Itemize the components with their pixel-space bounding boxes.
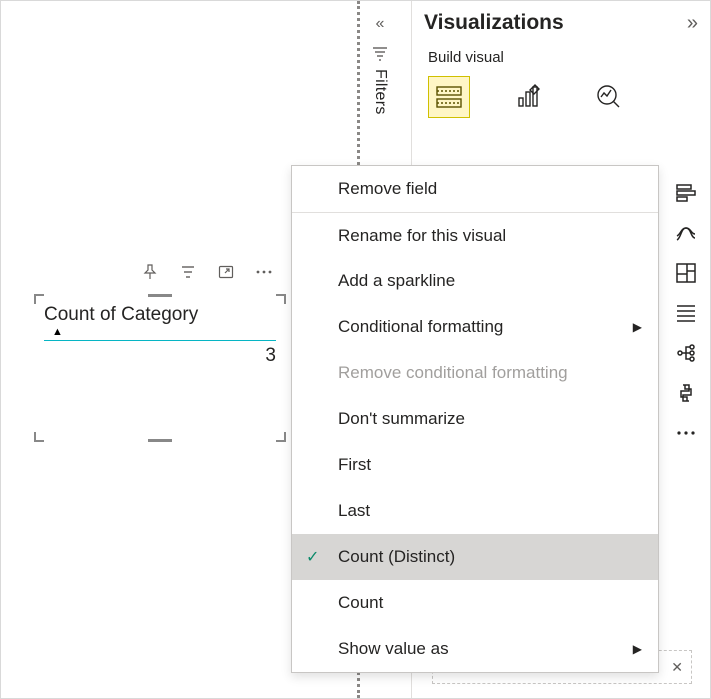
visual-type-gallery [668,179,704,447]
resize-handle-tl[interactable] [34,294,44,304]
resize-handle-br[interactable] [276,432,286,442]
sort-indicator-icon: ▲ [52,326,276,338]
submenu-arrow-icon: ▶ [633,642,642,656]
viz-python-icon[interactable] [672,379,700,407]
filters-icon [372,47,388,61]
menu-conditional-formatting[interactable]: Conditional formatting ▶ [292,304,658,350]
visual-selection[interactable]: Count of Category ▲ 3 [35,295,285,441]
menu-count[interactable]: Count [292,580,658,626]
menu-label: Add a sparkline [338,271,455,291]
field-context-menu: Remove field Rename for this visual Add … [291,165,659,673]
viz-treemap-icon[interactable] [672,259,700,287]
pane-subtitle: Build visual [412,49,710,76]
viz-table-icon[interactable] [672,299,700,327]
resize-handle-bottom[interactable] [148,439,172,442]
focus-mode-icon[interactable] [217,263,235,281]
resize-handle-tr[interactable] [276,294,286,304]
menu-count-distinct[interactable]: ✓ Count (Distinct) [292,534,658,580]
pane-title: Visualizations [424,11,687,35]
menu-label: Remove conditional formatting [338,363,568,383]
tab-format-visual[interactable] [508,76,550,118]
viz-stacked-bar-icon[interactable] [672,179,700,207]
visual-header-toolbar [141,263,273,281]
tab-build-visual[interactable] [428,76,470,118]
menu-last[interactable]: Last [292,488,658,534]
column-header[interactable]: Count of Category ▲ [44,304,276,341]
menu-label: Count [338,593,383,613]
menu-dont-summarize[interactable]: Don't summarize [292,396,658,442]
tab-analytics[interactable] [588,76,630,118]
menu-label: Count (Distinct) [338,547,455,567]
filters-label: Filters [371,69,389,115]
menu-show-value-as[interactable]: Show value as ▶ [292,626,658,672]
menu-label: Conditional formatting [338,317,503,337]
collapse-pane-icon[interactable]: » [687,12,698,35]
menu-add-sparkline[interactable]: Add a sparkline [292,258,658,304]
menu-label: Remove field [338,179,437,199]
menu-label: Rename for this visual [338,226,506,246]
menu-label: Show value as [338,639,449,659]
resize-handle-bl[interactable] [34,432,44,442]
cell-value: 3 [265,345,276,367]
pane-tabs [412,76,710,118]
table-visual[interactable]: Count of Category ▲ 3 [35,295,285,441]
more-options-icon[interactable] [255,263,273,281]
submenu-arrow-icon: ▶ [633,320,642,334]
check-icon: ✓ [306,547,319,567]
menu-label: Don't summarize [338,409,465,429]
menu-label: Last [338,501,370,521]
expand-filters-icon[interactable]: « [376,15,385,33]
filter-icon[interactable] [179,263,197,281]
remove-field-icon[interactable]: ✕ [671,659,683,676]
filters-pane-collapsed[interactable]: « Filters [371,15,389,115]
viz-decomposition-icon[interactable] [672,339,700,367]
menu-label: First [338,455,371,475]
pin-icon[interactable] [141,263,159,281]
menu-rename[interactable]: Rename for this visual [292,212,658,258]
column-title: Count of Category [44,304,198,325]
menu-remove-field[interactable]: Remove field [292,166,658,212]
menu-first[interactable]: First [292,442,658,488]
viz-ribbon-icon[interactable] [672,219,700,247]
menu-remove-conditional-formatting: Remove conditional formatting [292,350,658,396]
resize-handle-top[interactable] [148,294,172,297]
viz-more-icon[interactable] [672,419,700,447]
